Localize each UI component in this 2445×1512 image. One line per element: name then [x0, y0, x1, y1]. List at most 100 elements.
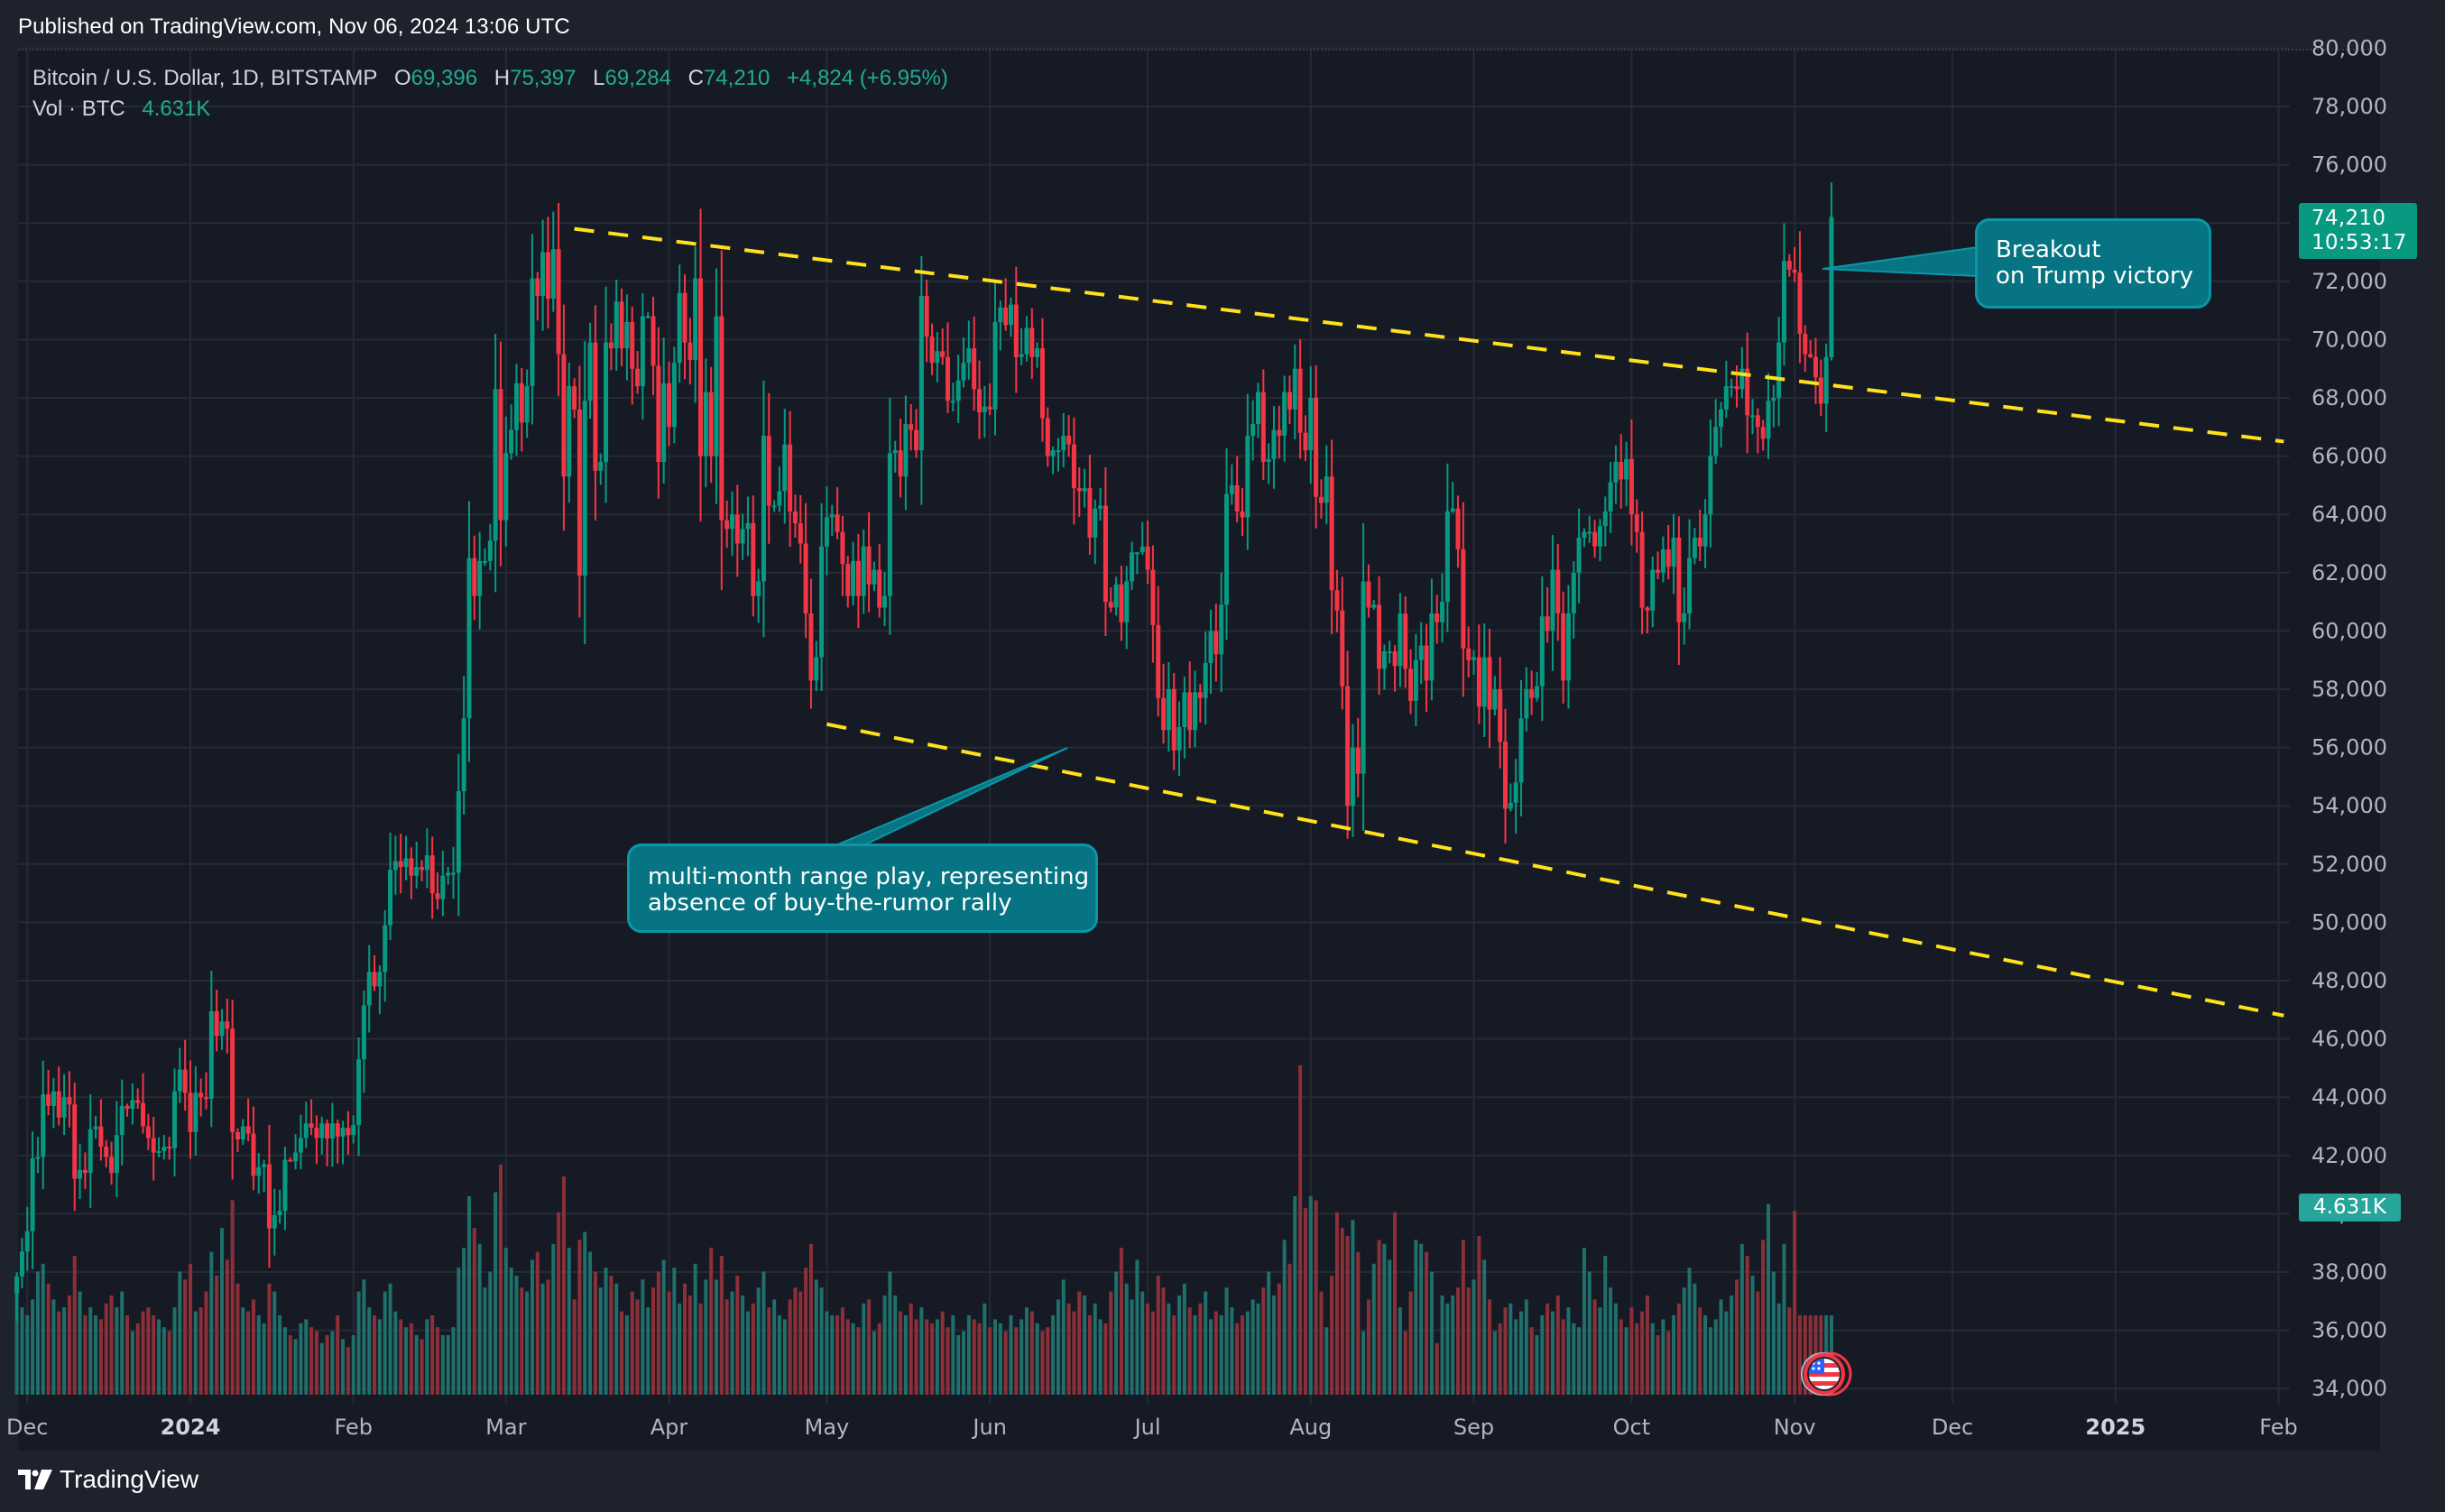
candle-body	[298, 1138, 303, 1153]
candle-body	[319, 1123, 325, 1139]
candle-body	[377, 972, 383, 987]
volume-bar	[1682, 1287, 1686, 1395]
candle-body	[761, 435, 766, 582]
candle-body	[845, 564, 851, 596]
candle-body	[1398, 613, 1403, 667]
candle-body	[1019, 354, 1024, 357]
volume-bar	[104, 1303, 108, 1395]
candle-body	[335, 1123, 340, 1137]
candle-body	[240, 1126, 245, 1140]
tradingview-footer[interactable]: TradingView	[18, 1465, 198, 1494]
volume-bar	[1703, 1315, 1708, 1395]
candle-body	[78, 1169, 83, 1179]
volume-bar	[41, 1263, 45, 1395]
volume-bar	[430, 1315, 435, 1395]
volume-bar	[1414, 1240, 1418, 1395]
candle-body	[1818, 377, 1823, 404]
candle-body	[708, 392, 714, 456]
price-tick-label: 68,000	[2311, 385, 2387, 410]
candle-body	[145, 1126, 151, 1139]
volume-bar	[1572, 1323, 1576, 1395]
volume-bar	[1776, 1303, 1781, 1395]
volume-bar	[1787, 1307, 1792, 1395]
volume-bar	[130, 1331, 134, 1395]
volume-bar	[393, 1311, 398, 1395]
volume-bar	[867, 1299, 872, 1395]
time-tick-label: 2025	[2085, 1415, 2145, 1440]
volume-bar	[494, 1192, 498, 1395]
volume-bar	[1445, 1303, 1450, 1395]
bar-countdown: 10:53:17	[2311, 231, 2407, 254]
candle-body	[1119, 584, 1124, 622]
candle-body	[640, 316, 645, 387]
candle-body	[1513, 782, 1518, 803]
volume-bar	[825, 1311, 829, 1395]
volume-bar	[1003, 1331, 1008, 1395]
volume-bar	[167, 1331, 171, 1395]
callout-range-line-2: absence of buy-the-rumor rally	[648, 890, 1012, 917]
symbol-legend[interactable]: Bitcoin / U.S. Dollar, 1D, BITSTAMP O69,…	[32, 63, 948, 124]
callout-range[interactable]: multi-month range play, representing abs…	[627, 844, 1098, 933]
callout-breakout[interactable]: Breakout on Trump victory	[1975, 218, 2211, 309]
price-tick-label: 50,000	[2311, 909, 2387, 935]
candle-body	[530, 278, 535, 387]
time-tick-label: Jul	[1133, 1415, 1161, 1440]
candle-body	[188, 1093, 193, 1132]
candle-body	[1171, 689, 1176, 751]
volume-bar	[299, 1323, 303, 1395]
time-tick-label: Oct	[1613, 1415, 1651, 1440]
volume-bar	[251, 1299, 255, 1395]
price-tick-label: 62,000	[2311, 560, 2387, 585]
volume-bar	[1167, 1303, 1171, 1395]
volume-bar	[404, 1327, 409, 1395]
volume-bar	[687, 1295, 692, 1395]
candle-body	[1087, 488, 1093, 539]
candle-body	[1487, 657, 1492, 710]
candle-body	[56, 1091, 61, 1118]
us-flag-icon[interactable]	[1801, 1351, 1852, 1397]
candle-body	[503, 453, 509, 521]
volume-label: Vol · BTC	[32, 97, 125, 121]
volume-bar	[425, 1319, 429, 1395]
candle-body	[982, 406, 987, 413]
volume-bar	[1330, 1276, 1334, 1395]
volume-bar	[246, 1311, 251, 1395]
volume-bar	[1224, 1287, 1229, 1395]
candle-body	[1424, 645, 1429, 681]
volume-bar	[304, 1319, 309, 1395]
candle-body	[88, 1129, 93, 1174]
candle-body	[582, 401, 587, 576]
volume-bar	[1256, 1303, 1260, 1395]
candle-body	[1266, 458, 1271, 463]
candle-body	[392, 861, 398, 871]
volume-bar	[709, 1248, 714, 1395]
candle-body	[519, 383, 524, 423]
candle-body	[487, 540, 493, 561]
volume-bar	[767, 1307, 771, 1395]
candle-body	[135, 1100, 141, 1103]
volume-bar	[351, 1335, 355, 1395]
volume-bar	[1540, 1315, 1545, 1395]
candle-body	[1314, 398, 1319, 497]
volume-bar	[1024, 1307, 1029, 1395]
volume-bar	[1356, 1251, 1361, 1395]
candle-body	[466, 558, 472, 719]
volume-bar	[1492, 1331, 1497, 1395]
candle-body	[219, 1021, 225, 1037]
candle-body	[914, 429, 919, 451]
callout-breakout-pointer	[1822, 245, 1979, 278]
volume-bar	[1550, 1311, 1555, 1395]
volume-bar	[1514, 1319, 1518, 1395]
candle-body	[992, 322, 998, 410]
volume-bar	[141, 1311, 145, 1395]
candle-body	[72, 1104, 78, 1179]
candle-body	[714, 316, 719, 456]
volume-bar	[1124, 1283, 1129, 1395]
volume-value: 4.631K	[142, 97, 211, 121]
volume-bar	[882, 1295, 887, 1395]
candle-body	[1277, 429, 1282, 436]
volume-bar	[1293, 1196, 1297, 1395]
candle-body	[977, 389, 982, 413]
candle-body	[567, 386, 572, 477]
volume-bar	[940, 1311, 945, 1395]
